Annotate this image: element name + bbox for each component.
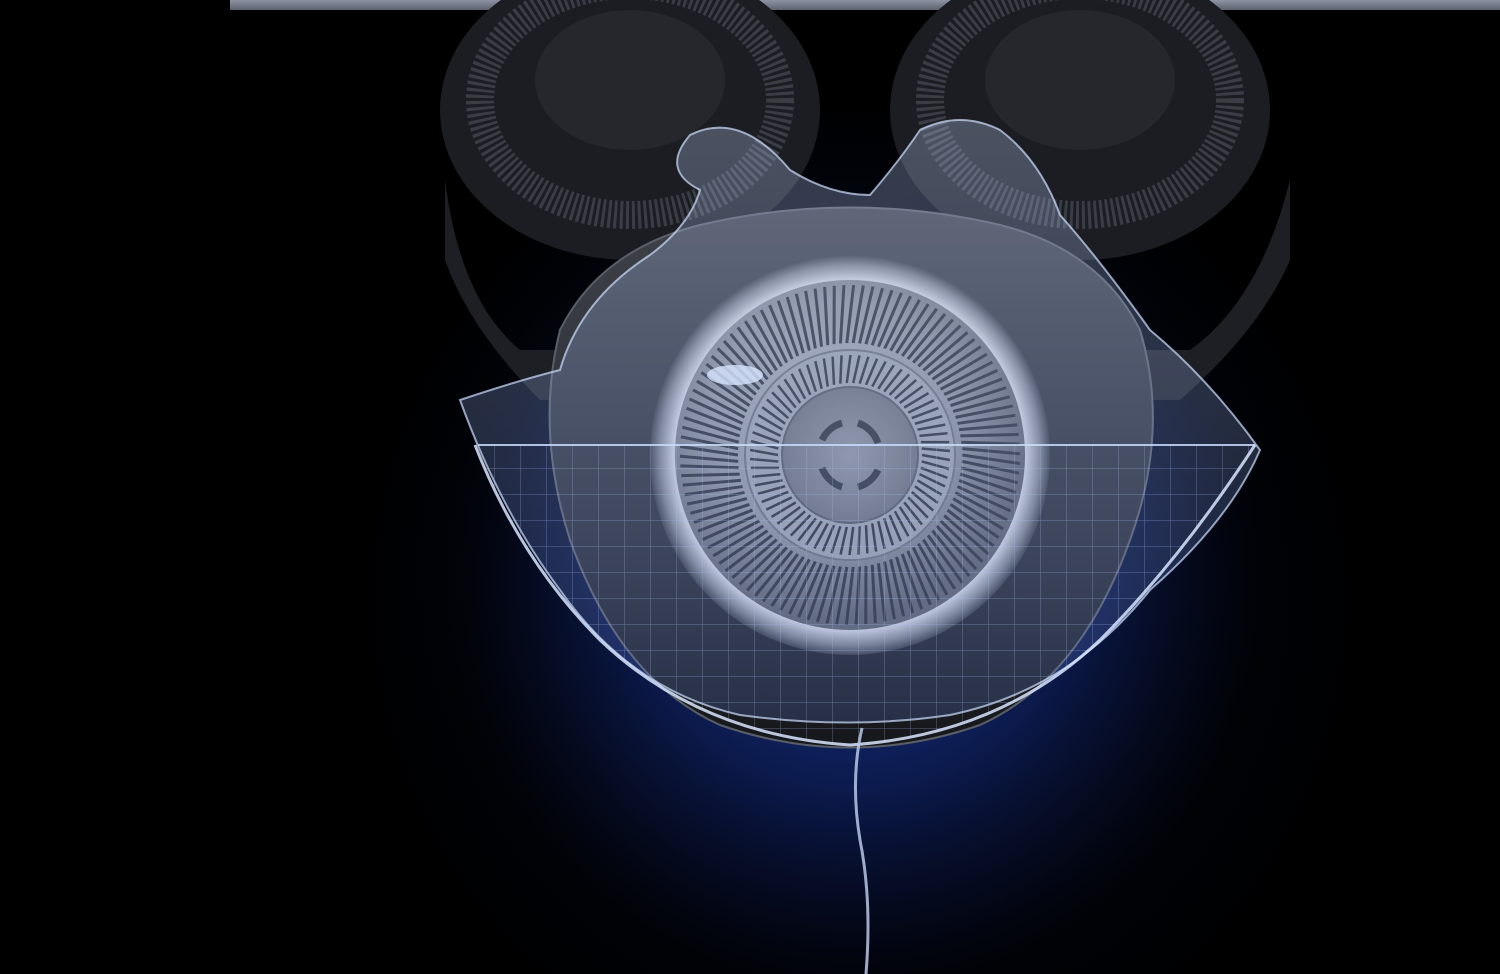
- product-image: [0, 0, 1500, 974]
- shaver-head-illustration: [0, 0, 1500, 974]
